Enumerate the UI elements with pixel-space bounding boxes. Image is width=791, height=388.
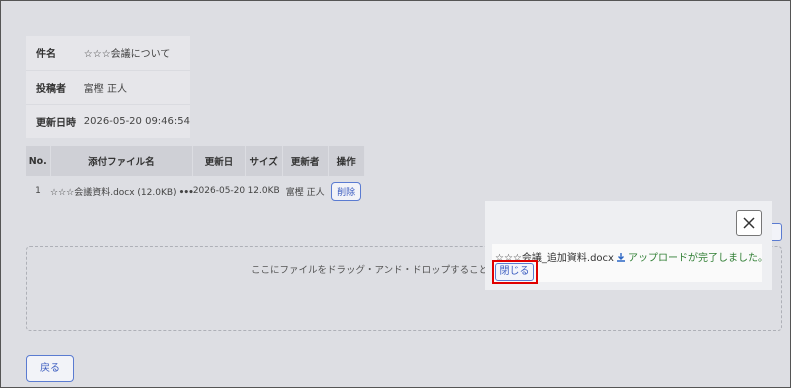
attachment-table: No. 添付ファイル名 更新日 サイズ 更新者 操作 1 ☆☆☆会議資料.doc… xyxy=(26,146,365,206)
row-date: 2026-05-20 xyxy=(192,186,246,196)
close-icon[interactable] xyxy=(736,210,762,236)
back-button[interactable]: 戻る xyxy=(26,355,74,382)
poster-row: 投稿者 富樫 正人 xyxy=(26,70,190,105)
post-info-table: 件名 ☆☆☆会議について 投稿者 富樫 正人 更新日時 2026-05-20 0… xyxy=(26,36,190,138)
row-no: 1 xyxy=(35,186,41,196)
updated-row: 更新日時 2026-05-20 09:46:54 xyxy=(26,104,190,138)
attachment-header-row: No. 添付ファイル名 更新日 サイズ 更新者 操作 xyxy=(26,146,365,176)
subject-row: 件名 ☆☆☆会議について xyxy=(26,36,190,71)
row-operation: 削除 xyxy=(328,176,364,206)
updated-value: 2026-05-20 09:46:54 xyxy=(79,104,190,138)
header-filename: 添付ファイル名 xyxy=(50,146,194,176)
more-options-icon[interactable]: ••• xyxy=(179,188,194,198)
attachment-link[interactable]: ☆☆☆会議資料.docx (12.0KB) xyxy=(50,188,177,198)
updated-label: 更新日時 xyxy=(26,104,80,138)
upload-complete-text: アップロードが完了しました。 xyxy=(627,253,768,264)
header-size: サイズ xyxy=(245,146,283,176)
subject-label: 件名 xyxy=(26,36,80,71)
poster-label: 投稿者 xyxy=(26,70,80,105)
drop-zone-text: ここにファイルをドラッグ・アンド・ドロップすることでアッ xyxy=(251,265,517,276)
close-button[interactable]: 閉じる xyxy=(495,263,534,281)
table-row: 1 ☆☆☆会議資料.docx (12.0KB) ••• 2026-05-20 12… xyxy=(26,176,364,206)
download-icon[interactable] xyxy=(616,252,626,265)
row-updater: 富樫 正人 xyxy=(285,187,325,198)
page-background: 件名 ☆☆☆会議について 投稿者 富樫 正人 更新日時 2026-05-20 0… xyxy=(0,0,791,388)
header-updater: 更新者 xyxy=(282,146,329,176)
header-operation: 操作 xyxy=(328,146,365,176)
poster-value: 富樫 正人 xyxy=(79,70,190,105)
row-size: 12.0KB xyxy=(247,186,280,196)
header-no: No. xyxy=(26,146,51,176)
delete-button[interactable]: 削除 xyxy=(331,181,362,201)
row-filename-cell: ☆☆☆会議資料.docx (12.0KB) ••• xyxy=(50,176,194,206)
header-updated-date: 更新日 xyxy=(192,146,246,176)
subject-value: ☆☆☆会議について xyxy=(79,36,190,71)
